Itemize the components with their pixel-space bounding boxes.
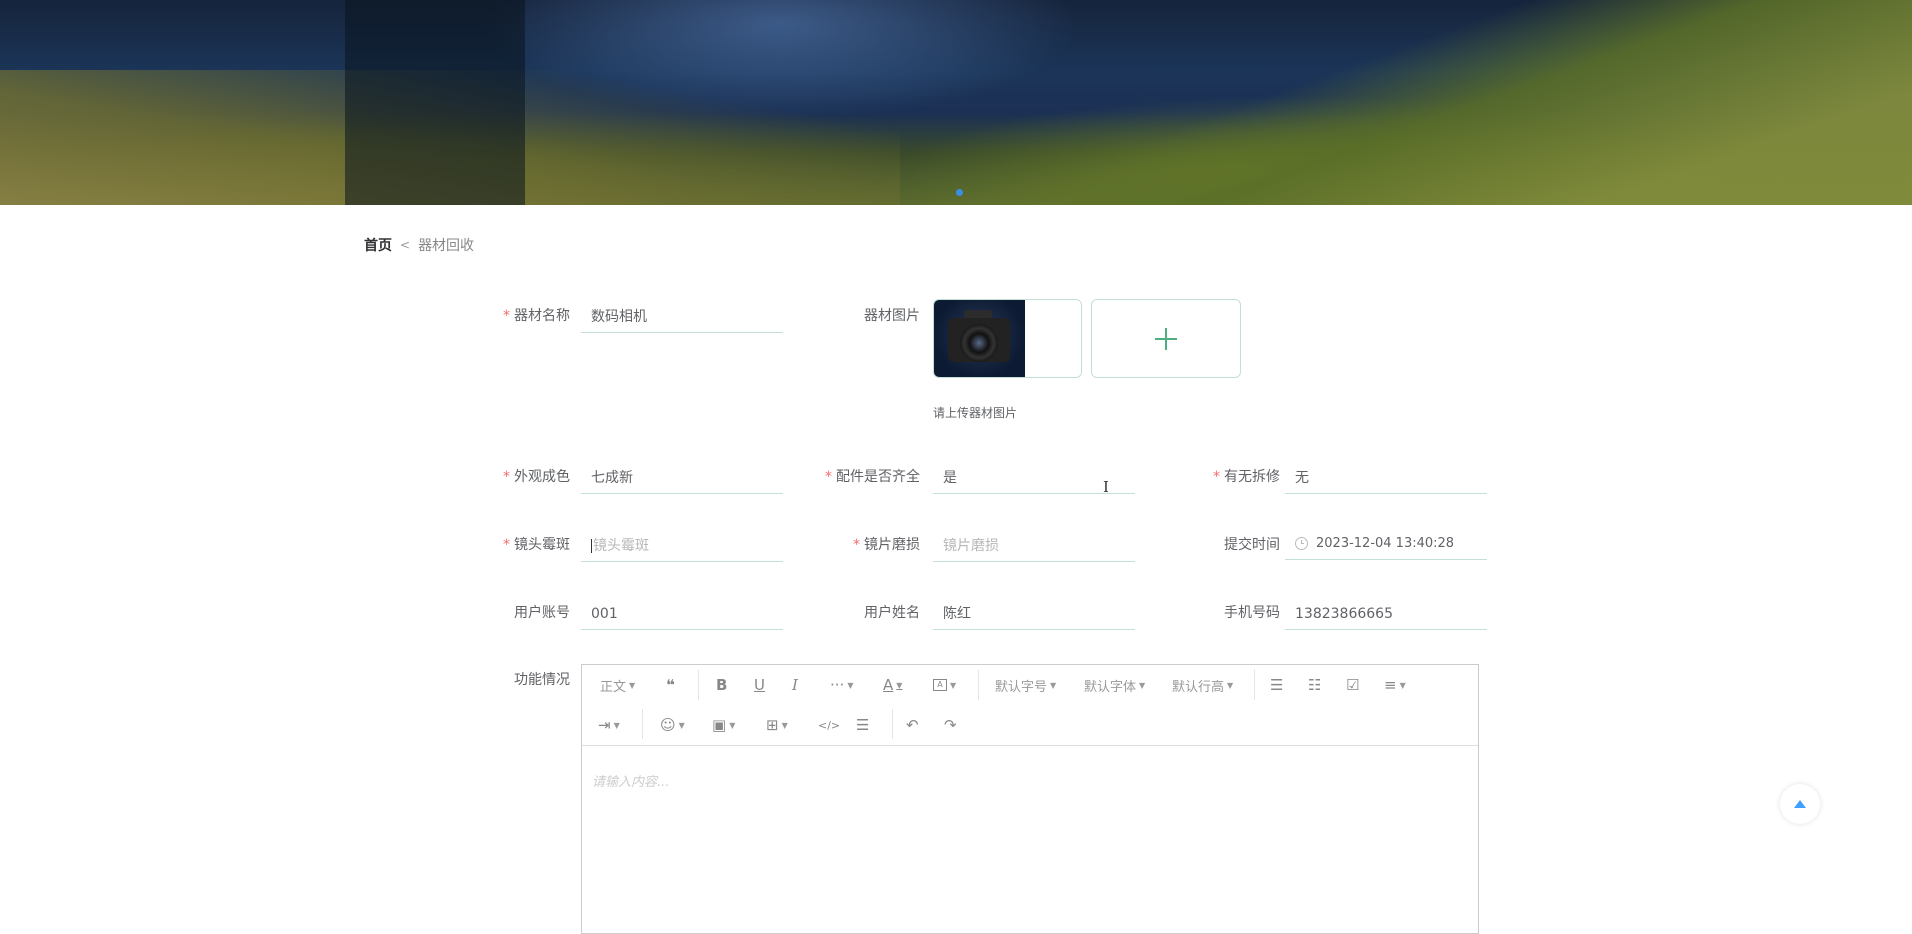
submit-time-input[interactable]: 2023-12-04 13:40:28 xyxy=(1285,528,1487,560)
font-family-select[interactable]: 默认字体 ▼ xyxy=(1084,673,1145,697)
breadcrumb-separator: < xyxy=(400,238,411,252)
italic-icon[interactable]: I xyxy=(792,673,798,697)
back-to-top-button[interactable] xyxy=(1780,784,1820,824)
text-cursor-icon: I xyxy=(1103,478,1109,496)
editor-placeholder: 请输入内容... xyxy=(592,775,670,790)
input-caret xyxy=(591,539,592,553)
font-size-select[interactable]: 默认字号 ▼ xyxy=(995,673,1056,697)
appearance-input[interactable]: 七成新 xyxy=(581,462,783,494)
function-label: 功能情况 xyxy=(514,672,570,688)
user-account-input[interactable]: 001 xyxy=(581,598,783,630)
divider-icon[interactable]: ☰ xyxy=(856,713,869,737)
phone-label: 手机号码 xyxy=(1224,605,1280,621)
image-icon[interactable]: ▣ ▼ xyxy=(712,713,735,737)
undo-icon[interactable]: ↶ xyxy=(906,713,919,737)
disassembly-label: * 有无拆修 xyxy=(1213,469,1280,485)
banner-shade xyxy=(345,0,525,205)
carousel-indicator-dot[interactable] xyxy=(956,189,963,196)
disassembly-input[interactable]: 无 xyxy=(1285,462,1487,494)
lens-wear-label: * 镜片磨损 xyxy=(853,537,920,553)
banner-land-right xyxy=(900,0,1912,205)
phone-input[interactable]: 13823866665 xyxy=(1285,598,1487,630)
lens-wear-input[interactable]: 镜片磨损 xyxy=(933,530,1135,562)
breadcrumb: 首页 < 器材回收 xyxy=(364,235,474,255)
line-height-select[interactable]: 默认行高 ▼ xyxy=(1172,673,1233,697)
breadcrumb-home[interactable]: 首页 xyxy=(364,235,392,255)
upload-image-button[interactable] xyxy=(1091,299,1241,378)
indent-icon[interactable]: ⇥ ▼ xyxy=(598,713,620,737)
arrow-up-icon xyxy=(1794,800,1806,808)
breadcrumb-current: 器材回收 xyxy=(418,238,475,254)
lens-mold-label: * 镜头霉斑 xyxy=(503,537,570,553)
more-icon[interactable]: ··· ▼ xyxy=(830,673,853,697)
paragraph-select[interactable]: 正文 ▼ xyxy=(600,673,635,697)
code-icon[interactable]: </> xyxy=(818,713,840,737)
table-icon[interactable]: ⊞ ▼ xyxy=(766,713,788,737)
redo-icon[interactable]: ↷ xyxy=(944,713,957,737)
equipment-name-label: * 器材名称 xyxy=(503,308,570,324)
plus-icon xyxy=(1155,327,1177,350)
underline-icon[interactable]: U xyxy=(754,673,765,697)
equipment-image-label: 器材图片 xyxy=(864,308,920,324)
camera-lens xyxy=(960,324,998,362)
accessories-label: * 配件是否齐全 xyxy=(825,469,920,485)
background-color-icon[interactable]: A ▼ xyxy=(933,673,956,697)
rich-text-editor[interactable]: 正文 ▼ ❝ B U I ··· ▼ A ▼ A ▼ 默认字号 ▼ 默认字体 ▼ 默认行高 ▼… xyxy=(581,664,1479,934)
bold-icon[interactable]: B xyxy=(716,673,727,697)
user-name-input[interactable]: 陈红 xyxy=(933,598,1135,630)
align-icon[interactable]: ≡ ▼ xyxy=(1384,673,1406,697)
camera-photo xyxy=(934,300,1025,377)
numbered-list-icon[interactable]: ☷ xyxy=(1308,673,1321,697)
emoji-icon[interactable]: ☺ ▼ xyxy=(660,713,685,737)
editor-toolbar: 正文 ▼ ❝ B U I ··· ▼ A ▼ A ▼ 默认字号 ▼ 默认字体 ▼ 默认行高 ▼… xyxy=(582,665,1478,746)
user-name-label: 用户姓名 xyxy=(864,605,920,621)
bullet-list-icon[interactable]: ☰ xyxy=(1270,673,1283,697)
lens-mold-input[interactable]: 镜头霉斑 xyxy=(581,530,783,562)
upload-tip: 请上传器材图片 xyxy=(933,406,1018,420)
todo-checkbox-icon[interactable]: ☑ xyxy=(1346,673,1359,697)
user-account-label: 用户账号 xyxy=(514,605,570,621)
font-color-icon[interactable]: A ▼ xyxy=(883,673,902,697)
submit-time-label: 提交时间 xyxy=(1224,537,1280,553)
quote-icon[interactable]: ❝ xyxy=(666,673,675,697)
uploaded-image-thumbnail[interactable] xyxy=(933,299,1082,378)
equipment-name-input[interactable]: 数码相机 xyxy=(581,301,783,333)
appearance-label: * 外观成色 xyxy=(503,469,570,485)
banner-carousel[interactable] xyxy=(0,0,1912,205)
clock-icon xyxy=(1295,537,1308,550)
